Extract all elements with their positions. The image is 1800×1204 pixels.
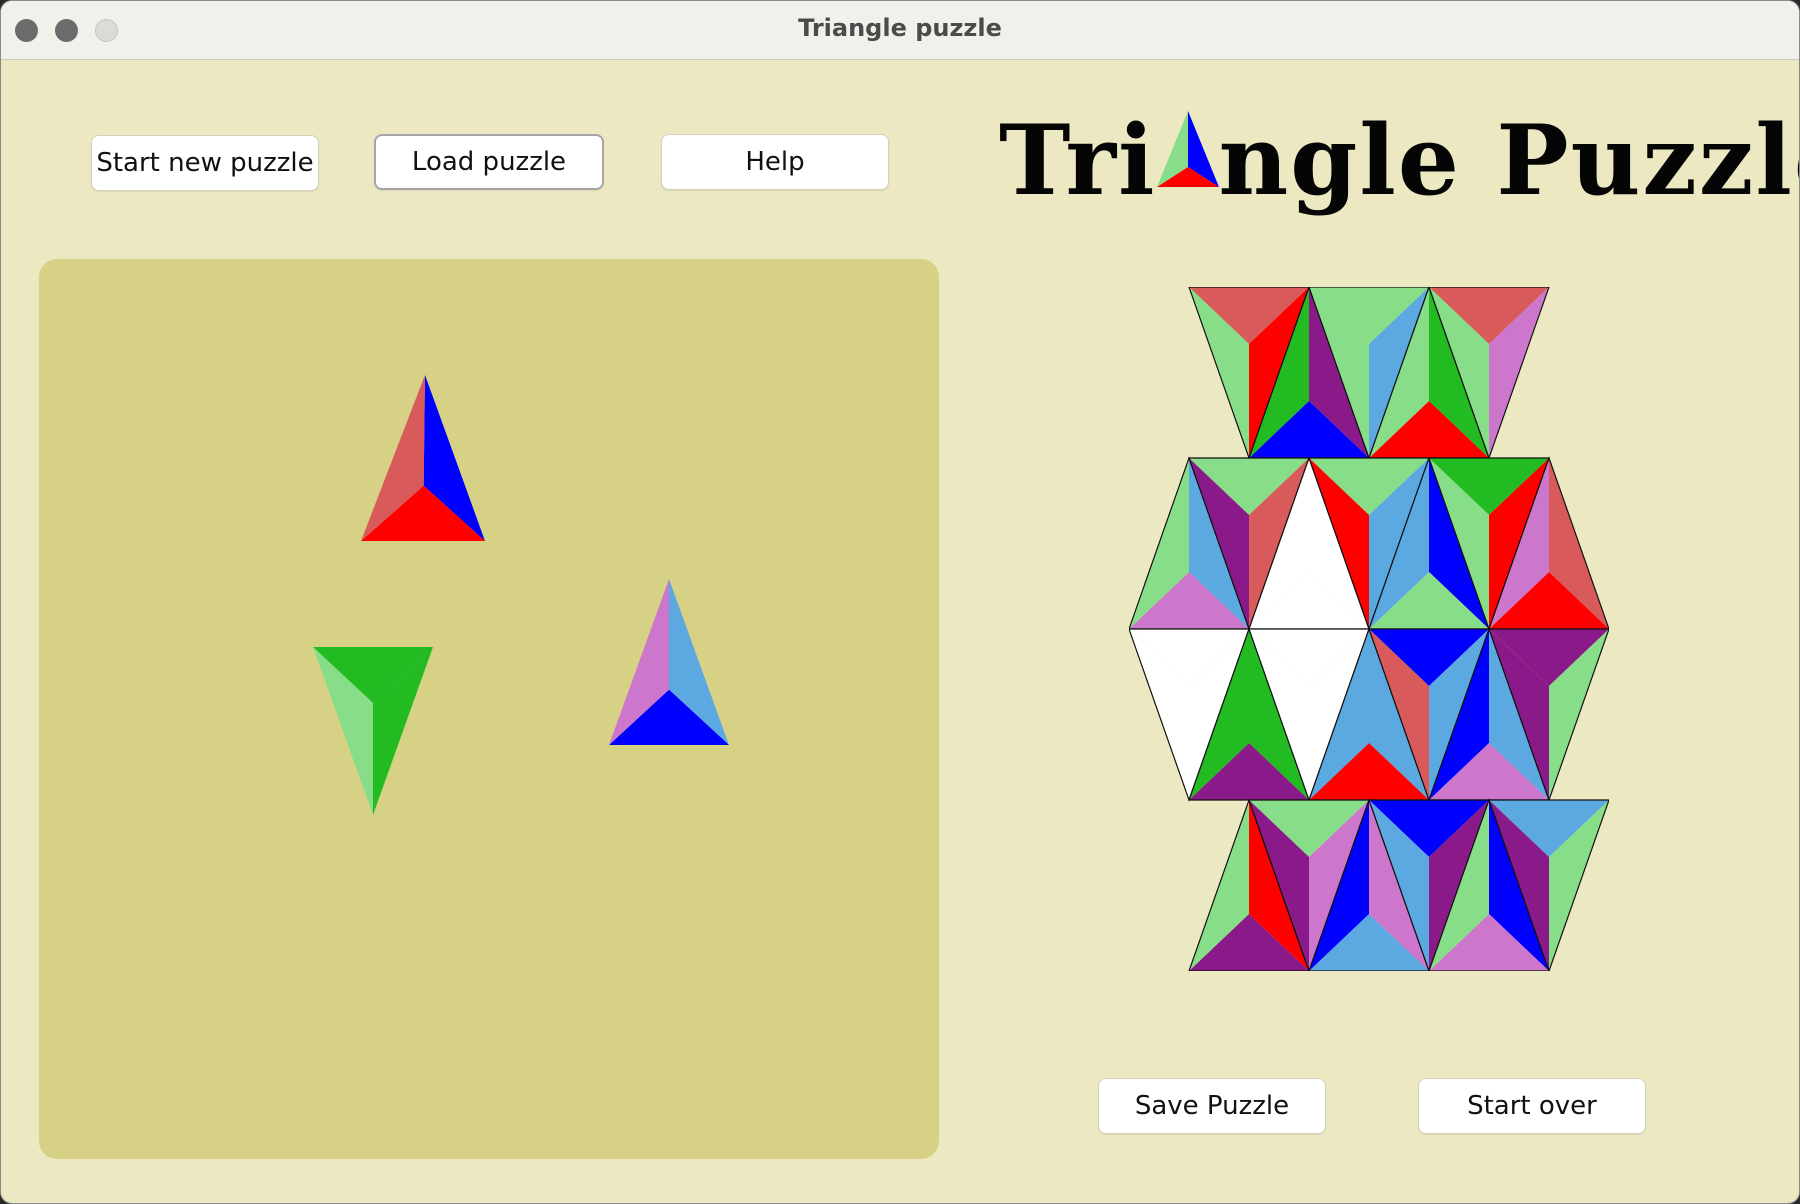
start-over-button[interactable]: Start over [1418,1078,1646,1134]
tray-piece-3[interactable] [609,579,729,745]
piece-tray[interactable] [39,259,939,1159]
logo-triangle-icon: A [1156,111,1219,187]
help-button[interactable]: Help [661,134,889,190]
app-window: Triangle puzzle Start new puzzle Load pu… [0,0,1800,1204]
title-bar: Triangle puzzle [1,1,1799,60]
load-puzzle-button[interactable]: Load puzzle [374,134,604,190]
start-new-puzzle-button[interactable]: Start new puzzle [91,135,319,191]
puzzle-board[interactable] [1129,287,1609,971]
logo-text-start: Tri [999,104,1157,217]
tray-piece-1[interactable] [361,375,485,541]
tray-piece-2[interactable] [313,647,433,815]
board-canvas[interactable] [1129,287,1609,971]
app-logo: Tri A ngle Puzzle [999,101,1799,221]
window-title: Triangle puzzle [798,14,1002,42]
tray-canvas[interactable] [39,259,939,1159]
save-puzzle-button[interactable]: Save Puzzle [1098,1078,1326,1134]
logo-text-end: ngle Puzzle [1218,104,1800,217]
